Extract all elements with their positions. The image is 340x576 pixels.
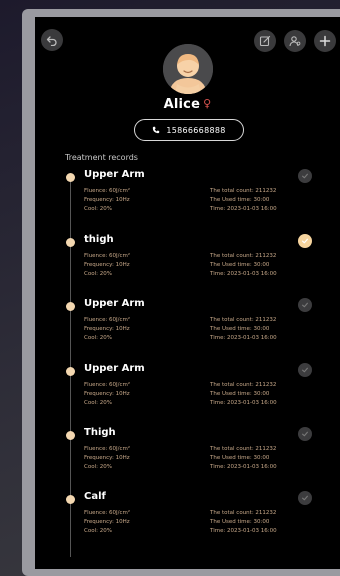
- record-total-count: The total count: 211232: [210, 446, 277, 452]
- record-details-left: Fluence: 60J/cm² Frequency: 10Hz Cool: 2…: [84, 509, 130, 536]
- record-frequency: Frequency: 10Hz: [84, 455, 130, 461]
- record-area: Upper Arm: [84, 169, 145, 180]
- check-icon: [302, 431, 308, 437]
- record-total-count: The total count: 211232: [210, 253, 277, 259]
- record-cool: Cool: 20%: [84, 528, 112, 534]
- edit-icon: [259, 35, 271, 47]
- record-frequency: Frequency: 10Hz: [84, 262, 130, 268]
- record-used-time: The Used time: 30:00: [210, 455, 270, 461]
- record-time: Time: 2023-01-03 16:00: [210, 528, 277, 534]
- app-screen: Alice ♀ 15866668888 Treatment records Upp…: [35, 17, 340, 569]
- record-fluence: Fluence: 60J/cm²: [84, 510, 131, 516]
- female-icon: ♀: [203, 97, 212, 110]
- record-check[interactable]: [298, 363, 312, 377]
- record-details-right: The total count: 211232 The Used time: 3…: [210, 252, 277, 279]
- record-fluence: Fluence: 60J/cm²: [84, 188, 131, 194]
- undo-icon: [46, 36, 57, 46]
- check-icon: [302, 495, 308, 501]
- record-check[interactable]: [298, 298, 312, 312]
- user-settings-icon: [289, 36, 301, 47]
- record-fluence: Fluence: 60J/cm²: [84, 446, 131, 452]
- record-cool: Cool: 20%: [84, 335, 112, 341]
- record-used-time: The Used time: 30:00: [210, 262, 270, 268]
- record-total-count: The total count: 211232: [210, 317, 277, 323]
- record-details-right: The total count: 211232 The Used time: 3…: [210, 316, 277, 343]
- record-cool: Cool: 20%: [84, 464, 112, 470]
- record-details-right: The total count: 211232 The Used time: 3…: [210, 445, 277, 472]
- record-used-time: The Used time: 30:00: [210, 391, 270, 397]
- edit-button[interactable]: [254, 30, 276, 52]
- add-button[interactable]: [314, 30, 336, 52]
- record-details-right: The total count: 211232 The Used time: 3…: [210, 509, 277, 536]
- treatment-record[interactable]: Upper Arm Fluence: 60J/cm² Frequency: 10…: [35, 168, 340, 228]
- record-area: Upper Arm: [84, 298, 145, 309]
- record-area: Calf: [84, 491, 106, 502]
- phone-icon: [153, 126, 160, 134]
- treatment-record[interactable]: thigh Fluence: 60J/cm² Frequency: 10Hz C…: [35, 233, 340, 293]
- record-fluence: Fluence: 60J/cm²: [84, 253, 131, 259]
- check-icon: [302, 238, 308, 244]
- back-button[interactable]: [41, 29, 63, 51]
- check-icon: [302, 302, 308, 308]
- record-frequency: Frequency: 10Hz: [84, 519, 130, 525]
- record-total-count: The total count: 211232: [210, 188, 277, 194]
- treatment-record[interactable]: Upper Arm Fluence: 60J/cm² Frequency: 10…: [35, 362, 340, 422]
- record-details-right: The total count: 211232 The Used time: 3…: [210, 381, 277, 408]
- record-used-time: The Used time: 30:00: [210, 519, 270, 525]
- record-check[interactable]: [298, 491, 312, 505]
- treatment-record[interactable]: Thigh Fluence: 60J/cm² Frequency: 10Hz C…: [35, 426, 340, 486]
- record-area: thigh: [84, 234, 114, 245]
- check-icon: [302, 173, 308, 179]
- plus-icon: [319, 35, 331, 47]
- patient-name: Alice: [163, 97, 201, 112]
- treatment-record[interactable]: Upper Arm Fluence: 60J/cm² Frequency: 10…: [35, 297, 340, 357]
- record-details-left: Fluence: 60J/cm² Frequency: 10Hz Cool: 2…: [84, 381, 130, 408]
- record-used-time: The Used time: 30:00: [210, 197, 270, 203]
- timeline-dot: [66, 367, 75, 376]
- record-details-left: Fluence: 60J/cm² Frequency: 10Hz Cool: 2…: [84, 445, 130, 472]
- user-settings-button[interactable]: [284, 30, 306, 52]
- record-details-right: The total count: 211232 The Used time: 3…: [210, 187, 277, 214]
- timeline-dot: [66, 238, 75, 247]
- timeline-dot: [66, 302, 75, 311]
- record-frequency: Frequency: 10Hz: [84, 326, 130, 332]
- record-area: Upper Arm: [84, 363, 145, 374]
- record-time: Time: 2023-01-03 16:00: [210, 271, 277, 277]
- timeline-dot: [66, 173, 75, 182]
- record-cool: Cool: 20%: [84, 206, 112, 212]
- timeline-dot: [66, 431, 75, 440]
- record-time: Time: 2023-01-03 16:00: [210, 400, 277, 406]
- record-cool: Cool: 20%: [84, 400, 112, 406]
- treatment-record[interactable]: Calf Fluence: 60J/cm² Frequency: 10Hz Co…: [35, 490, 340, 550]
- record-total-count: The total count: 211232: [210, 382, 277, 388]
- section-title: Treatment records: [65, 153, 138, 162]
- record-fluence: Fluence: 60J/cm²: [84, 317, 131, 323]
- record-area: Thigh: [84, 427, 116, 438]
- record-check[interactable]: [298, 234, 312, 248]
- phone-pill[interactable]: 15866668888: [134, 119, 244, 141]
- record-fluence: Fluence: 60J/cm²: [84, 382, 131, 388]
- record-frequency: Frequency: 10Hz: [84, 391, 130, 397]
- record-used-time: The Used time: 30:00: [210, 326, 270, 332]
- patient-name-row: Alice ♀: [35, 97, 340, 112]
- record-cool: Cool: 20%: [84, 271, 112, 277]
- record-time: Time: 2023-01-03 16:00: [210, 335, 277, 341]
- record-check[interactable]: [298, 427, 312, 441]
- record-time: Time: 2023-01-03 16:00: [210, 464, 277, 470]
- record-frequency: Frequency: 10Hz: [84, 197, 130, 203]
- record-total-count: The total count: 211232: [210, 510, 277, 516]
- record-check[interactable]: [298, 169, 312, 183]
- record-details-left: Fluence: 60J/cm² Frequency: 10Hz Cool: 2…: [84, 187, 130, 214]
- phone-number: 15866668888: [166, 125, 226, 135]
- avatar: [163, 44, 213, 94]
- record-time: Time: 2023-01-03 16:00: [210, 206, 277, 212]
- avatar-illustration: [163, 44, 213, 94]
- record-details-left: Fluence: 60J/cm² Frequency: 10Hz Cool: 2…: [84, 252, 130, 279]
- timeline-dot: [66, 495, 75, 504]
- check-icon: [302, 367, 308, 373]
- record-details-left: Fluence: 60J/cm² Frequency: 10Hz Cool: 2…: [84, 316, 130, 343]
